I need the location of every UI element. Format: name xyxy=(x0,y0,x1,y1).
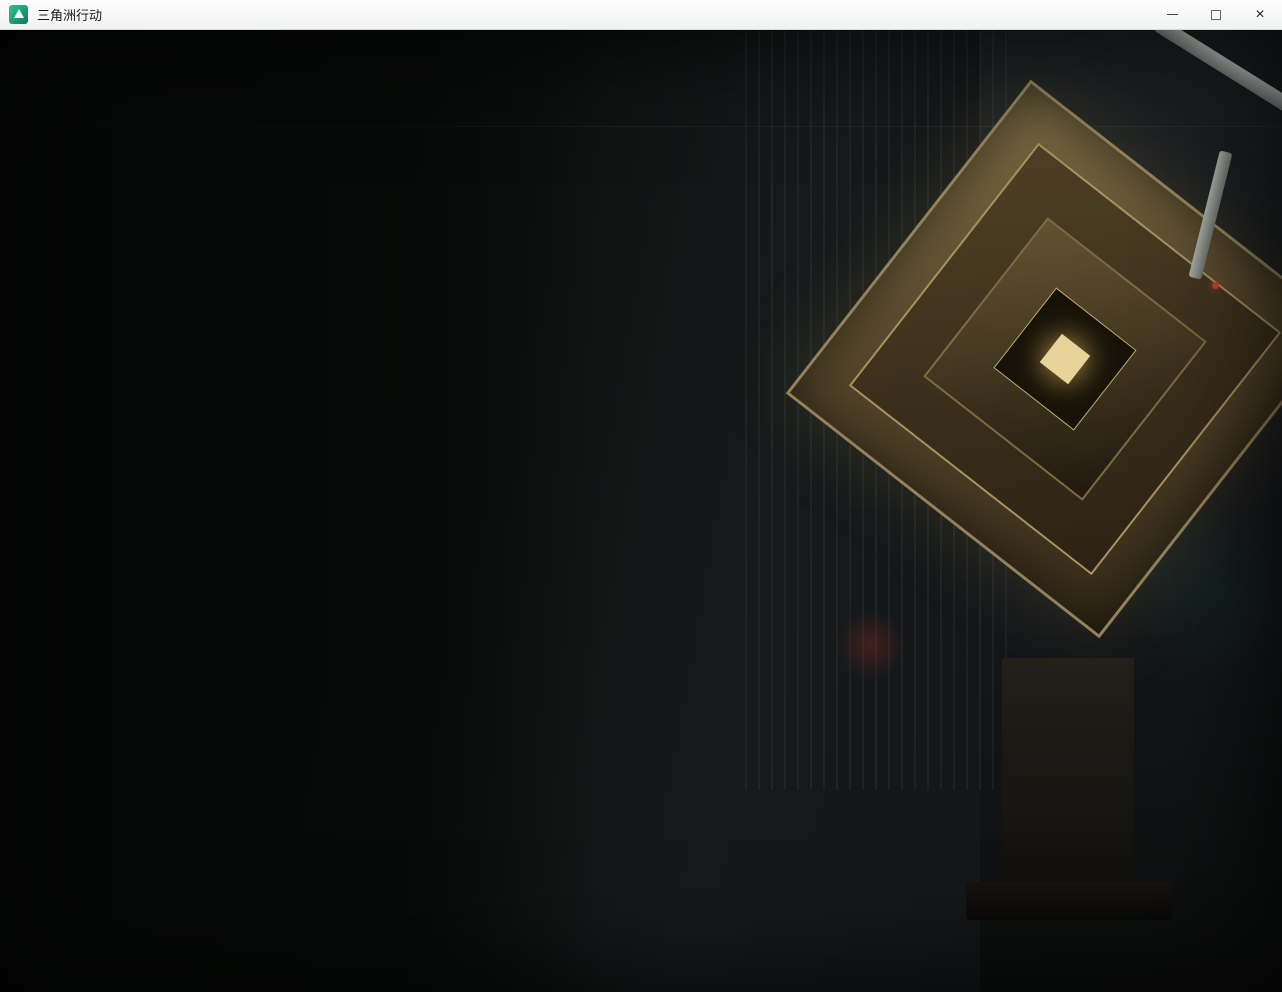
minimize-button[interactable] xyxy=(1150,0,1194,29)
game-background xyxy=(0,30,1282,992)
app-logo-icon xyxy=(9,5,28,24)
window-title: 三角洲行动 xyxy=(37,8,103,23)
window-titlebar: 三角洲行动 × xyxy=(0,0,1282,30)
maximize-button[interactable] xyxy=(1194,0,1238,29)
close-button[interactable]: × xyxy=(1238,0,1282,29)
vignette xyxy=(0,30,1282,992)
